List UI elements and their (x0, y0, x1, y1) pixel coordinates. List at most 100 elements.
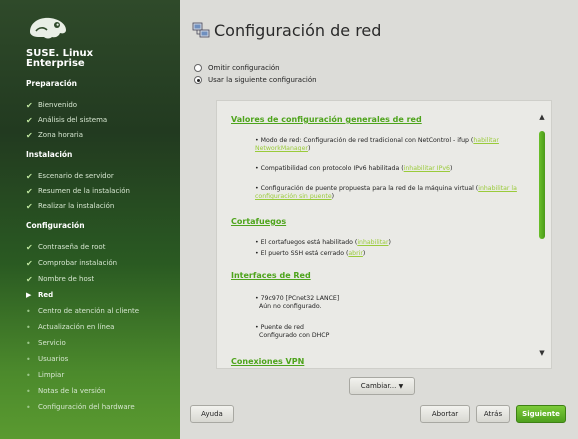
step-actualizacion: • Actualización en línea (26, 322, 114, 332)
check-icon: ✔ (26, 130, 33, 140)
network-icon (192, 22, 210, 38)
check-icon: ✔ (26, 201, 33, 211)
ipv6-item: • Compatibilidad con protocolo IPv6 habi… (255, 165, 453, 172)
brand-name: SUSE. Linux Enterprise (26, 49, 93, 69)
step-bienvenido: ✔ Bienvenido (26, 100, 77, 110)
section-configuracion: Configuración (26, 221, 85, 230)
check-icon: ✔ (26, 115, 33, 125)
step-label: Resumen de la instalación (38, 187, 130, 195)
suse-chameleon-logo (30, 17, 66, 39)
brand-line2: Enterprise (26, 58, 85, 69)
step-notas-version: • Notas de la versión (26, 386, 106, 396)
step-label: Notas de la versión (38, 387, 106, 395)
next-button[interactable]: Siguiente (516, 405, 566, 423)
step-escenario: ✔ Escenario de servidor (26, 171, 114, 181)
step-label: Bienvenido (38, 101, 78, 109)
step-label: Limpiar (38, 371, 65, 379)
step-usuarios: • Usuarios (26, 354, 68, 364)
step-comprobar: ✔ Comprobar instalación (26, 258, 117, 268)
check-icon: ✔ (26, 186, 33, 196)
step-centro-atencion: • Centro de atención al cliente (26, 306, 139, 316)
step-realizar: ✔ Realizar la instalación (26, 201, 114, 211)
paren-close: ) (449, 165, 453, 172)
step-label: Configuración del hardware (38, 403, 135, 411)
radio-button-selected[interactable] (194, 76, 202, 84)
back-button[interactable]: Atrás (476, 405, 510, 423)
ipv6-text: Compatibilidad con protocolo IPv6 habili… (260, 165, 404, 172)
step-resumen: ✔ Resumen de la instalación (26, 186, 130, 196)
step-label: Zona horaria (38, 131, 84, 139)
step-label: Usuarios (38, 355, 69, 363)
dot-icon: • (26, 306, 31, 316)
step-zona-horaria: ✔ Zona horaria (26, 130, 83, 140)
step-config-hardware: • Configuración del hardware (26, 402, 135, 412)
step-limpiar: • Limpiar (26, 370, 64, 380)
step-label: Centro de atención al cliente (38, 307, 140, 315)
change-label: Cambiar... (360, 382, 397, 390)
step-label: Escenario de servidor (38, 172, 114, 180)
paren-close: ) (388, 239, 391, 246)
firewall-heading[interactable]: Cortafuegos (231, 217, 286, 226)
step-label: Contraseña de root (38, 243, 106, 251)
ssh-item: • El puerto SSH está cerrado (abrir) (255, 250, 366, 257)
vpn-heading-partial[interactable]: Conexiones VPN (231, 357, 304, 366)
interfaces-heading[interactable]: Interfaces de Red (231, 271, 311, 280)
help-button[interactable]: Ayuda (190, 405, 234, 423)
dot-icon: • (26, 338, 31, 348)
step-label: Análisis del sistema (38, 116, 108, 124)
step-analisis: ✔ Análisis del sistema (26, 115, 107, 125)
interface-status: Configurado con DHCP (259, 332, 330, 339)
interface-name: Puente de red (260, 324, 304, 331)
change-button[interactable]: Cambiar... ▼ (349, 377, 415, 395)
paren-close: ) (362, 250, 366, 257)
section-preparacion: Preparación (26, 79, 77, 88)
step-nombre-host: ✔ Nombre de host (26, 274, 94, 284)
disable-ipv6-link[interactable]: inhabilitar IPv6 (404, 165, 450, 172)
check-icon: ✔ (26, 242, 33, 252)
radio-button[interactable] (194, 64, 202, 72)
page-title: Configuración de red (214, 21, 382, 40)
network-mode-text: Modo de red: Configuración de red tradic… (260, 137, 474, 144)
dot-icon: • (26, 354, 31, 364)
chevron-down-icon: ▼ (398, 382, 404, 390)
scroll-down-icon[interactable]: ▼ (537, 349, 547, 357)
disable-firewall-link[interactable]: inhabilitar (357, 239, 388, 246)
radio-skip-config[interactable]: Omitir configuración (194, 64, 280, 72)
paren-close: ) (307, 145, 311, 152)
interface-status: Aún no configurado. (259, 303, 322, 310)
dot-icon: • (26, 322, 31, 332)
general-settings-heading[interactable]: Valores de configuración generales de re… (231, 115, 422, 124)
main-content: Configuración de red Omitir configuració… (180, 0, 578, 439)
interface-item-1: • 79c970 [PCnet32 LANCE] Aún no configur… (255, 295, 340, 310)
interface-item-2: • Puente de red Configurado con DHCP (255, 324, 330, 339)
paren-close: ) (331, 193, 335, 200)
scroll-up-icon[interactable]: ▲ (537, 113, 547, 121)
step-label: Red (38, 291, 54, 299)
step-label: Actualización en línea (38, 323, 115, 331)
firewall-item: • El cortafuegos está habilitado (inhabi… (255, 239, 391, 246)
radio-skip-label: Omitir configuración (208, 64, 280, 72)
summary-panel: Valores de configuración generales de re… (216, 100, 552, 369)
section-instalacion: Instalación (26, 150, 73, 159)
check-icon: ✔ (26, 274, 33, 284)
interface-name: 79c970 [PCnet32 LANCE] (260, 295, 340, 302)
dot-icon: • (26, 402, 31, 412)
firewall-text: El cortafuegos está habilitado ( (260, 239, 358, 246)
radio-use-label: Usar la siguiente configuración (208, 76, 317, 84)
step-label: Servicio (38, 339, 66, 347)
ssh-text: El puerto SSH está cerrado ( (260, 250, 349, 257)
dot-icon: • (26, 370, 31, 380)
radio-use-config[interactable]: Usar la siguiente configuración (194, 76, 317, 84)
step-servicio: • Servicio (26, 338, 66, 348)
open-ssh-link[interactable]: abrir (348, 250, 363, 257)
scroll-thumb[interactable] (539, 131, 545, 239)
check-icon: ✔ (26, 100, 33, 110)
network-mode-item: • Modo de red: Configuración de red trad… (255, 137, 499, 152)
abort-button[interactable]: Abortar (420, 405, 470, 423)
step-label: Realizar la instalación (38, 202, 115, 210)
step-label: Comprobar instalación (38, 259, 118, 267)
check-icon: ✔ (26, 171, 33, 181)
sidebar: SUSE. Linux Enterprise Preparación ✔ Bien… (0, 0, 180, 439)
summary-scrollbar[interactable]: ▲ ▼ (537, 113, 547, 357)
bridge-text: Configuración de puente propuesta para l… (260, 185, 479, 192)
